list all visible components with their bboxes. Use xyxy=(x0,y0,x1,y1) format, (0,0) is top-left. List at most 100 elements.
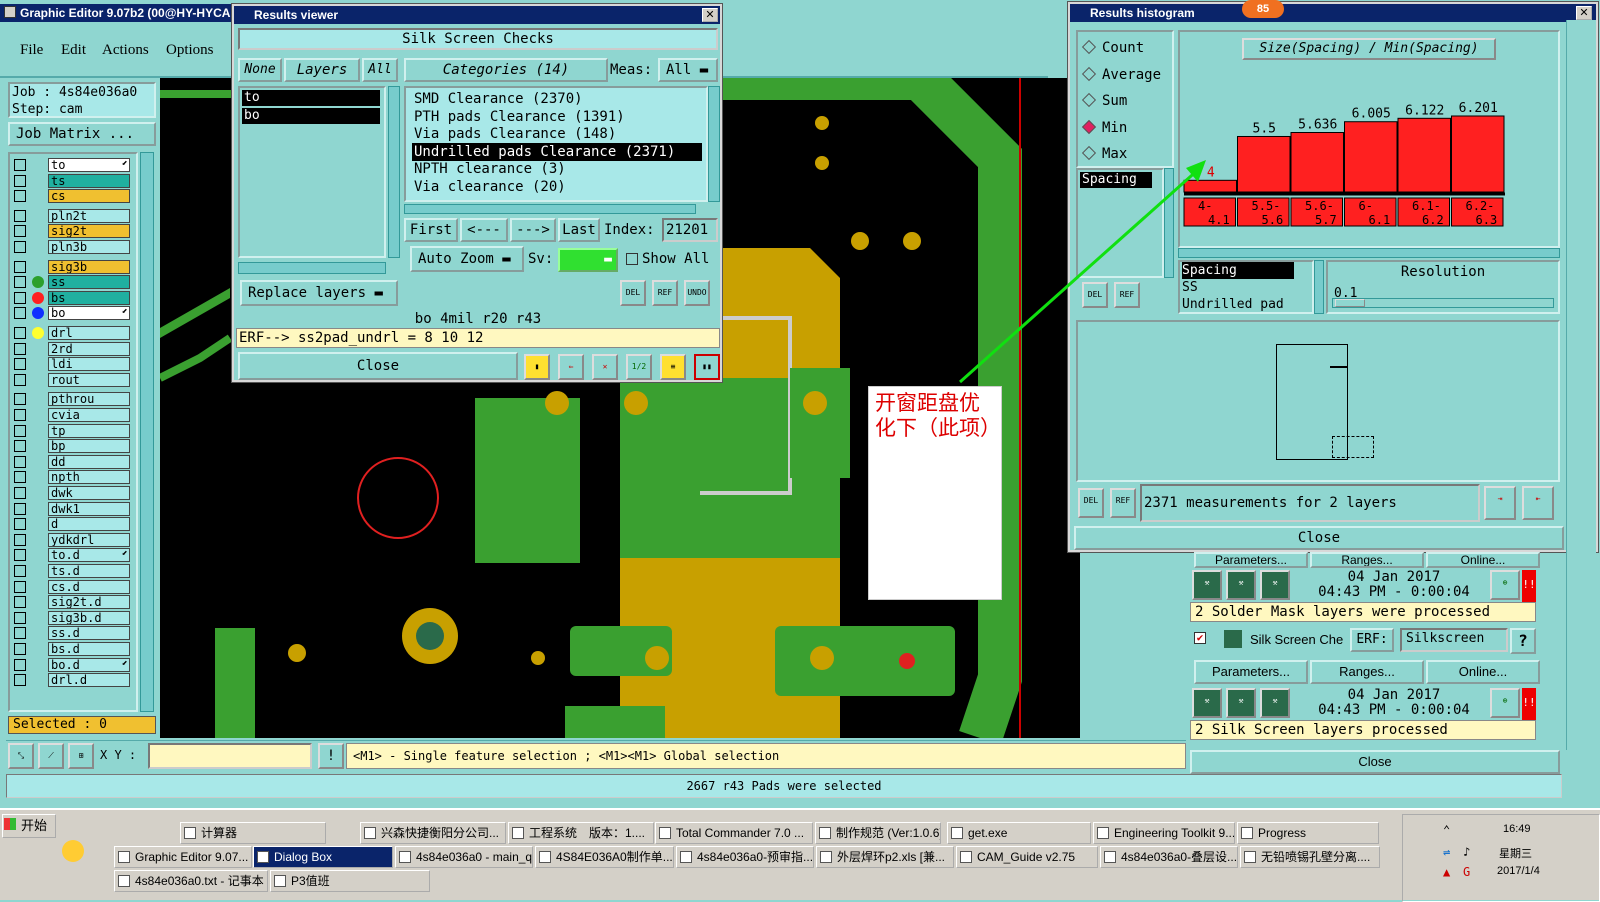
histogram-option-average[interactable]: Average xyxy=(1081,65,1161,85)
erf-value[interactable]: Silkscreen xyxy=(1400,628,1508,652)
sv-color-select[interactable]: ▬ xyxy=(558,248,618,272)
layer-row-ldi[interactable]: ldi xyxy=(14,357,132,372)
layer-checkbox[interactable] xyxy=(14,409,26,421)
layer-scrollbar[interactable] xyxy=(140,152,154,712)
layer-name[interactable]: pln3b xyxy=(48,240,130,254)
layer-row-bs[interactable]: bs xyxy=(14,290,132,305)
layer-checkbox[interactable] xyxy=(14,393,26,406)
all-button[interactable]: All xyxy=(362,58,398,82)
layer-checkbox[interactable] xyxy=(14,358,26,371)
layer-name[interactable]: bp xyxy=(48,439,130,454)
layer-name[interactable]: tp xyxy=(48,423,130,438)
silk-checkbox[interactable]: ✔ xyxy=(1194,632,1206,644)
taskbar-item[interactable]: 4s84e036a0 - main_qa xyxy=(395,846,533,868)
params-button-2[interactable]: Parameters... xyxy=(1194,660,1308,684)
next-button[interactable]: ---> xyxy=(510,218,556,242)
layer-checkbox[interactable] xyxy=(14,502,26,515)
layer-checkbox[interactable] xyxy=(14,549,26,562)
layer-row-drl-d[interactable]: drl.d xyxy=(14,673,132,688)
sort-icon[interactable]: 1/2 xyxy=(626,354,652,380)
layer-name[interactable]: sig3b xyxy=(48,259,130,274)
layers-button[interactable]: Layers xyxy=(284,58,360,82)
volume-icon[interactable]: ♪ xyxy=(1463,845,1470,859)
preview-del-icon[interactable]: DEL xyxy=(1078,488,1104,518)
layer-row-bp[interactable]: bp xyxy=(14,439,132,454)
tray-alert-icon[interactable]: ▲ xyxy=(1443,865,1450,879)
category-item[interactable]: NPTH clearance (3) xyxy=(412,160,702,178)
layer-name[interactable]: sig2t.d xyxy=(48,595,130,610)
highlight-icon[interactable]: ▮ xyxy=(524,354,550,380)
chart-hscroll[interactable] xyxy=(1178,248,1560,258)
layer-checkbox[interactable] xyxy=(14,611,26,624)
online-button-1[interactable]: Online... xyxy=(1426,552,1540,568)
taskbar-item[interactable]: Total Commander 7.0 ... xyxy=(655,822,813,844)
run-icon-4[interactable]: ⚒ xyxy=(1192,688,1222,718)
export-icon[interactable]: ⇥ xyxy=(1484,486,1516,520)
category-item[interactable]: Undrilled pads Clearance (2371) xyxy=(412,142,702,161)
layer-row-d[interactable]: d xyxy=(14,517,132,532)
histogram-bar[interactable] xyxy=(1451,115,1505,193)
resolution-slider-thumb[interactable] xyxy=(1335,299,1365,307)
histogram-bar[interactable] xyxy=(1237,135,1291,193)
histogram-list-item[interactable]: Spacing xyxy=(1080,172,1152,188)
taskbar-item[interactable]: 4s84e036a0.txt - 记事本 xyxy=(114,870,268,892)
layer-row-cs-d[interactable]: cs.d xyxy=(14,579,132,594)
checklist-close-button[interactable]: Close xyxy=(1190,750,1560,774)
menu-options[interactable]: Options xyxy=(166,42,214,59)
taskbar-item[interactable]: 4s84e036a0-预审指... xyxy=(676,846,814,868)
layer-checkbox[interactable] xyxy=(14,373,26,386)
layer-name[interactable]: sig3b.d xyxy=(48,610,130,625)
layer-row-to[interactable]: to ⬋ xyxy=(14,158,132,172)
category-item[interactable]: Via pads Clearance (148) xyxy=(412,125,702,143)
layer-row-cvia[interactable]: cvia xyxy=(14,408,132,422)
taskbar-item[interactable]: 制作规范 (Ver:1.0.6) xyxy=(815,822,941,844)
layer-name[interactable]: rout xyxy=(48,372,130,387)
taskbar-item[interactable]: P3值班 xyxy=(270,870,430,892)
run-icon-2[interactable]: ⚒ xyxy=(1226,570,1256,600)
layer-name[interactable]: ydkdrl xyxy=(48,532,130,547)
layer-row-ydkdrl[interactable]: ydkdrl xyxy=(14,532,132,547)
layer-row-drl[interactable]: drl xyxy=(14,326,132,340)
taskbar-item[interactable]: Engineering Toolkit 9.... xyxy=(1093,822,1235,844)
layer-name[interactable]: d xyxy=(48,517,130,532)
layer-row-rout[interactable]: rout xyxy=(14,372,132,387)
layer-name[interactable]: drl xyxy=(48,326,130,340)
del-icon[interactable]: DEL xyxy=(620,280,646,306)
layer-row-sig2t-d[interactable]: sig2t.d xyxy=(14,595,132,610)
layer-row-dwk[interactable]: dwk xyxy=(14,486,132,500)
tray-g-icon[interactable]: G xyxy=(1463,865,1470,879)
grid-icon[interactable]: ⊞ xyxy=(68,743,94,769)
layer-row-ts-d[interactable]: ts.d xyxy=(14,564,132,578)
layer-name[interactable]: drl.d xyxy=(48,673,130,688)
layer-name[interactable]: dwk1 xyxy=(48,501,130,516)
clear-icon[interactable]: ✕ xyxy=(592,354,618,380)
zoom-area-icon[interactable]: ⤡ xyxy=(8,743,34,769)
category-item[interactable]: PTH pads Clearance (1391) xyxy=(412,108,702,126)
layer-checkbox[interactable] xyxy=(14,627,26,640)
none-button[interactable]: None xyxy=(238,58,282,82)
layer-row-cs[interactable]: cs xyxy=(14,189,132,204)
layer-row-sig3b-d[interactable]: sig3b.d xyxy=(14,610,132,625)
tray-up-icon[interactable]: ⌃ xyxy=(1443,823,1450,837)
histogram-bar[interactable] xyxy=(1397,117,1451,193)
layer-checkbox[interactable] xyxy=(14,327,26,339)
histogram-close-button[interactable]: Close xyxy=(1074,526,1564,550)
layer-name[interactable]: 2rd xyxy=(48,341,130,356)
layer-name[interactable]: ts.d xyxy=(48,564,130,578)
layer-checkbox[interactable] xyxy=(14,471,26,484)
info-scroll[interactable] xyxy=(1314,260,1324,314)
category-item[interactable]: SMD Clearance (2370) xyxy=(412,90,702,108)
layer-row-dwk1[interactable]: dwk1 xyxy=(14,501,132,516)
layer-name[interactable]: ts xyxy=(48,173,130,188)
layer-name[interactable]: to.d xyxy=(48,548,130,563)
histogram-option-sum[interactable]: Sum xyxy=(1081,91,1127,111)
run-icon-5[interactable]: ⚒ xyxy=(1226,688,1256,718)
right-scrollbar[interactable] xyxy=(1566,20,1596,750)
histogram-bar[interactable] xyxy=(1344,121,1398,193)
layer-checkbox[interactable] xyxy=(14,533,26,546)
histogram-option-count[interactable]: Count xyxy=(1081,38,1144,58)
layer-list-scrollbar[interactable] xyxy=(388,86,400,258)
layer-row-sig3b[interactable]: sig3b xyxy=(14,259,132,274)
ranges-button-2[interactable]: Ranges... xyxy=(1310,660,1424,684)
layer-name[interactable]: bs.d xyxy=(48,642,130,656)
